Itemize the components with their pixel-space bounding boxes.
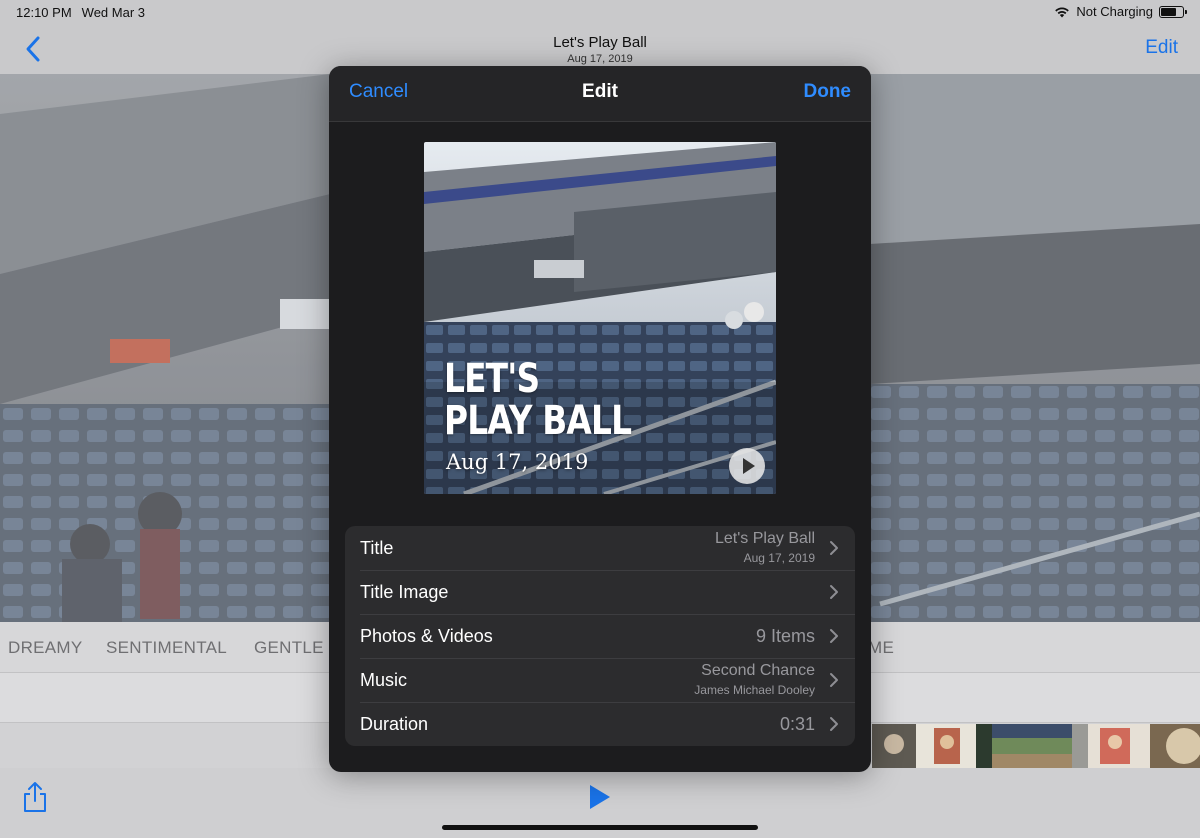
- row-value: Let's Play Ball: [715, 530, 815, 547]
- chevron-right-icon: [830, 629, 838, 643]
- row-label: Photos & Videos: [360, 626, 493, 646]
- play-icon[interactable]: [588, 784, 612, 810]
- settings-list: Title Let's Play Ball Aug 17, 2019 Title…: [345, 526, 855, 746]
- chevron-right-icon: [830, 717, 838, 731]
- mood-item[interactable]: SENTIMENTAL: [106, 638, 227, 658]
- row-subtitle: Aug 17, 2019: [743, 551, 815, 565]
- edit-modal: Cancel Edit Done LET'S PLAY BALL Aug 17,…: [329, 66, 871, 772]
- chevron-right-icon: [830, 673, 838, 687]
- row-label: Music: [360, 670, 408, 690]
- row-label: Title: [360, 538, 394, 558]
- thumbnail[interactable]: [1088, 724, 1150, 768]
- row-value: 9 Items: [755, 626, 815, 646]
- page-title: Let's Play Ball: [553, 34, 647, 51]
- thumbnail[interactable]: [1150, 724, 1200, 768]
- row-label: Title Image: [360, 582, 449, 602]
- share-icon[interactable]: [20, 780, 50, 814]
- edit-button[interactable]: Edit: [1145, 37, 1178, 59]
- row-music[interactable]: Music Second Chance James Michael Dooley: [345, 658, 855, 702]
- mood-item[interactable]: GENTLE: [254, 638, 324, 658]
- preview-title-line2: PLAY BALL: [444, 398, 632, 444]
- thumbnail[interactable]: [872, 724, 916, 768]
- bottom-toolbar: [0, 768, 1200, 838]
- memory-preview[interactable]: LET'S PLAY BALL Aug 17, 2019: [424, 142, 776, 494]
- thumbnail[interactable]: [916, 724, 976, 768]
- modal-header: Cancel Edit Done: [329, 66, 871, 122]
- play-icon[interactable]: [729, 448, 765, 484]
- thumbnail[interactable]: [1072, 724, 1088, 768]
- home-indicator: [442, 825, 758, 830]
- thumbnail[interactable]: [992, 724, 1072, 768]
- row-title[interactable]: Title Let's Play Ball Aug 17, 2019: [345, 526, 855, 570]
- row-subtitle: James Michael Dooley: [694, 683, 815, 697]
- mood-item[interactable]: DREAMY: [8, 638, 83, 658]
- page-subtitle: Aug 17, 2019: [567, 53, 633, 65]
- modal-title: Edit: [582, 81, 618, 102]
- mood-item[interactable]: ME: [868, 638, 894, 658]
- status-bar: 12:10 PM Wed Mar 3 Not Charging: [0, 0, 1200, 24]
- status-date: Wed Mar 3: [81, 5, 145, 20]
- done-button[interactable]: Done: [804, 81, 852, 103]
- row-label: Duration: [360, 714, 429, 734]
- preview-date: Aug 17, 2019: [446, 450, 589, 474]
- status-time: 12:10 PM: [16, 5, 72, 20]
- row-photos-videos[interactable]: Photos & Videos 9 Items: [345, 614, 855, 658]
- chevron-right-icon: [830, 585, 838, 599]
- row-value: 0:31: [779, 714, 815, 734]
- preview-title-line1: LET'S: [444, 356, 540, 402]
- row-title-image[interactable]: Title Image: [345, 570, 855, 614]
- chevron-right-icon: [830, 541, 838, 555]
- row-value: Second Chance: [701, 662, 815, 679]
- preview-title: LET'S PLAY BALL: [444, 358, 723, 442]
- wifi-icon: [1055, 6, 1070, 17]
- thumbnail[interactable]: [976, 724, 992, 768]
- charging-status: Not Charging: [1076, 4, 1153, 19]
- row-duration[interactable]: Duration 0:31: [345, 702, 855, 746]
- battery-icon: [1159, 5, 1187, 18]
